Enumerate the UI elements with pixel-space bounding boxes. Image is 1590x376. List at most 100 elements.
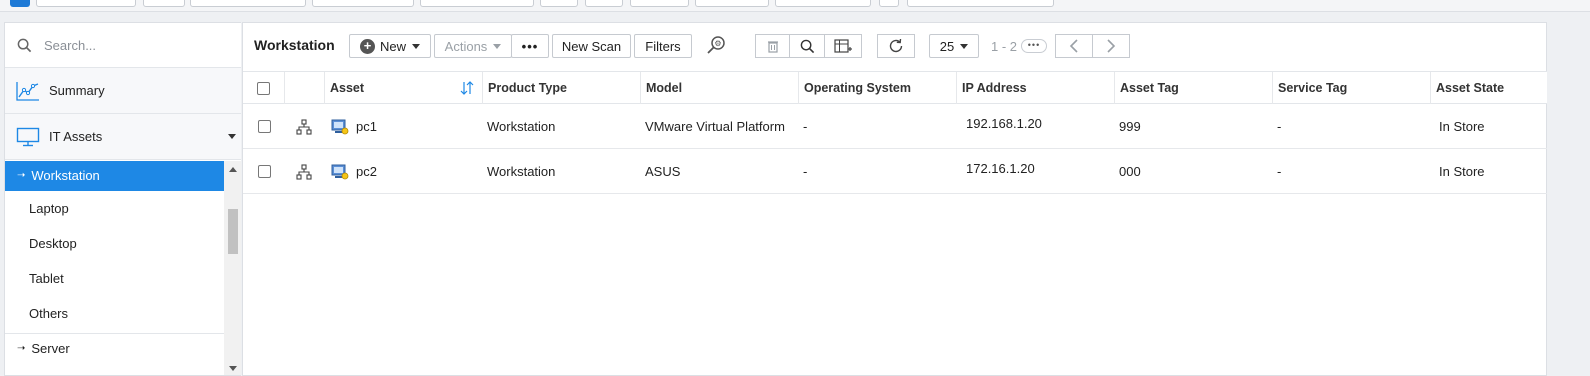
- chevron-down-icon: [960, 43, 969, 49]
- column-header-asset-state[interactable]: Asset State: [1430, 72, 1547, 104]
- arrow-right-icon: ➝: [17, 170, 26, 181]
- sidebar-item-label: Desktop: [29, 236, 77, 251]
- os-cell: -: [803, 119, 808, 134]
- service-tag-cell: -: [1277, 119, 1282, 134]
- top-toolbar-button[interactable]: [312, 0, 414, 7]
- column-header-service-tag[interactable]: Service Tag: [1272, 72, 1430, 104]
- top-toolbar-button[interactable]: [585, 0, 623, 7]
- filters-button-label: Filters: [645, 38, 681, 54]
- top-toolbar-button[interactable]: [143, 0, 185, 7]
- main-panel: Workstation + New Actions ••• New Scan F…: [242, 22, 1547, 376]
- sidebar-item-summary[interactable]: Summary: [5, 68, 241, 114]
- asset-name-link[interactable]: pc2: [356, 164, 377, 179]
- page-scrollbar[interactable]: [1548, 22, 1564, 376]
- chevron-right-icon: [1107, 39, 1116, 53]
- table-row[interactable]: pc1 Workstation VMware Virtual Platform …: [243, 104, 1547, 149]
- top-toolbar: [0, 0, 1590, 12]
- column-header-asset-tag[interactable]: Asset Tag: [1114, 72, 1272, 104]
- top-toolbar-button[interactable]: [36, 0, 136, 7]
- search-input[interactable]: [44, 37, 224, 53]
- column-header-model[interactable]: Model: [640, 72, 798, 104]
- chevron-down-icon[interactable]: [228, 134, 236, 139]
- delete-button[interactable]: [755, 34, 790, 58]
- chevron-left-icon: [1069, 39, 1078, 53]
- svg-text:⚙: ⚙: [714, 39, 721, 48]
- sidebar-search: [5, 23, 241, 68]
- search-icon: [17, 38, 32, 52]
- top-toolbar-button[interactable]: [190, 0, 306, 7]
- page-size-select[interactable]: 25: [929, 34, 979, 58]
- column-header-operating-system[interactable]: Operating System: [798, 72, 956, 104]
- asset-cell[interactable]: pc1: [326, 104, 482, 149]
- column-chooser-button[interactable]: [824, 34, 862, 58]
- sidebar-item-label: Workstation: [31, 168, 100, 183]
- table-columns-icon: [834, 38, 852, 53]
- hierarchy-icon[interactable]: [291, 149, 312, 194]
- refresh-button[interactable]: [877, 34, 915, 58]
- scrollbar-thumb[interactable]: [228, 209, 238, 254]
- os-cell: -: [803, 164, 808, 179]
- row-checkbox[interactable]: [258, 120, 271, 133]
- next-page-button[interactable]: [1092, 34, 1130, 58]
- ip-cell: 172.16.1.20: [966, 160, 1035, 176]
- actions-button-label: Actions: [444, 38, 488, 54]
- app-icon[interactable]: [10, 0, 30, 7]
- previous-page-button[interactable]: [1055, 34, 1093, 58]
- new-scan-button[interactable]: New Scan: [552, 34, 631, 58]
- sidebar-item-server[interactable]: ➝ Server: [5, 333, 224, 363]
- sidebar-item-desktop[interactable]: Desktop: [5, 226, 224, 261]
- sidebar-item-label: Laptop: [29, 201, 69, 216]
- top-toolbar-button[interactable]: [540, 0, 578, 7]
- sidebar-item-laptop[interactable]: Laptop: [5, 191, 224, 226]
- sort-icon[interactable]: [460, 80, 474, 96]
- ip-cell: 192.168.1.20: [966, 115, 1042, 131]
- sidebar-item-workstation[interactable]: ➝ Workstation: [5, 161, 224, 191]
- sidebar-item-others[interactable]: Others: [5, 296, 224, 331]
- row-select-cell: [253, 149, 271, 194]
- hierarchy-icon[interactable]: [291, 104, 312, 149]
- more-button[interactable]: •••: [511, 34, 549, 58]
- refresh-icon: [889, 38, 903, 53]
- actions-button[interactable]: Actions: [434, 34, 512, 58]
- scroll-up-icon[interactable]: [229, 167, 237, 172]
- column-header-product-type[interactable]: Product Type: [482, 72, 640, 104]
- sidebar-subnav: ➝ Workstation Laptop Desktop Tablet Othe…: [5, 161, 241, 375]
- table-row[interactable]: pc2 Workstation ASUS - 172.16.1.20 000 -…: [243, 149, 1547, 194]
- top-toolbar-button[interactable]: [420, 0, 534, 7]
- top-toolbar-button[interactable]: [695, 0, 769, 7]
- sidebar-scrollbar[interactable]: [224, 161, 241, 375]
- top-toolbar-button[interactable]: [879, 0, 899, 7]
- sidebar-item-it-assets[interactable]: IT Assets: [5, 114, 241, 160]
- asset-name-link[interactable]: pc1: [356, 119, 377, 134]
- chevron-down-icon: [412, 43, 420, 49]
- column-header-asset[interactable]: Asset: [324, 72, 482, 104]
- select-all-cell: [243, 72, 284, 104]
- row-checkbox[interactable]: [258, 165, 271, 178]
- sidebar-item-tablet[interactable]: Tablet: [5, 261, 224, 296]
- line-chart-icon: [15, 80, 41, 102]
- more-icon[interactable]: •••: [1021, 39, 1048, 53]
- top-toolbar-button[interactable]: [775, 0, 871, 7]
- list-toolbar: Workstation + New Actions ••• New Scan F…: [243, 23, 1546, 71]
- scroll-down-icon[interactable]: [229, 366, 237, 371]
- workstation-icon: [331, 119, 349, 134]
- model-cell: ASUS: [645, 164, 681, 179]
- plus-circle-icon: +: [359, 38, 375, 54]
- search-button[interactable]: [789, 34, 825, 58]
- asset-cell[interactable]: pc2: [326, 149, 482, 194]
- service-tag-cell: -: [1277, 164, 1282, 179]
- sidebar-item-label: Server: [31, 341, 70, 356]
- column-header-ip-address[interactable]: IP Address: [956, 72, 1114, 104]
- new-button[interactable]: + New: [349, 34, 431, 58]
- top-toolbar-button[interactable]: [630, 0, 689, 7]
- sidebar-item-label: Summary: [49, 83, 105, 98]
- search-settings-icon[interactable]: ⚙: [706, 34, 728, 56]
- header-spacer: [284, 72, 324, 104]
- column-label: IP Address: [962, 81, 1027, 95]
- filters-button[interactable]: Filters: [634, 34, 692, 58]
- select-all-checkbox[interactable]: [257, 81, 270, 95]
- asset-tag-cell: 000: [1119, 164, 1141, 179]
- page-size-value: 25: [939, 38, 955, 54]
- column-label: Asset State: [1436, 81, 1505, 95]
- top-search-field[interactable]: [907, 0, 1054, 7]
